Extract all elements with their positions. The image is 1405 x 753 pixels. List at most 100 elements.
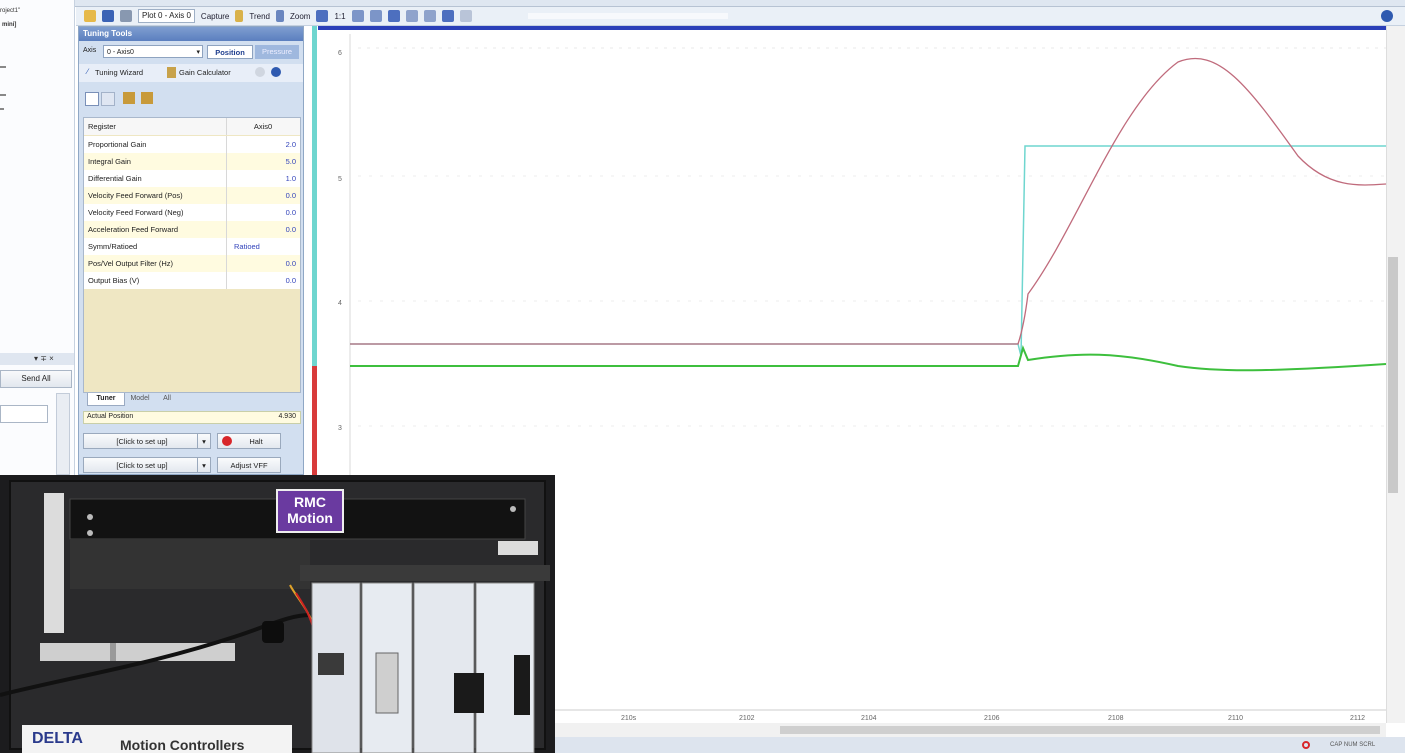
table-row[interactable]: Acceleration Feed Forward 0.0 — [84, 221, 300, 238]
trend-button[interactable]: Trend — [249, 12, 270, 21]
table-row[interactable]: Output Bias (V) 0.0 — [84, 272, 300, 289]
register-value[interactable]: 1.0 — [230, 170, 296, 187]
horizontal-scroll-thumb[interactable] — [780, 726, 1380, 734]
tab-pressure[interactable]: Pressure — [255, 45, 299, 59]
register-value[interactable]: 0.0 — [230, 221, 296, 238]
register-name: Output Bias (V) — [88, 276, 140, 285]
document-tab-strip — [0, 0, 1405, 7]
explorer-line-1[interactable]: roject1" — [0, 8, 20, 14]
actual-position-label: Actual Position — [87, 413, 134, 420]
register-value[interactable]: 0.0 — [230, 187, 296, 204]
record-icon[interactable] — [1302, 741, 1310, 749]
zoom-in-icon[interactable] — [351, 10, 364, 22]
tab-model[interactable]: Model — [125, 393, 155, 405]
zoom-box-icon[interactable] — [387, 10, 400, 22]
table-row[interactable]: Pos/Vel Output Filter (Hz) 0.0 — [84, 255, 300, 272]
trend-icon[interactable] — [276, 10, 284, 22]
delta-brand: DELTA — [32, 730, 83, 747]
zoom-button[interactable]: Zoom — [290, 12, 310, 21]
register-value[interactable]: 0.0 — [230, 272, 296, 289]
zoom-out-icon[interactable] — [369, 10, 382, 22]
folder-down-icon[interactable] — [141, 92, 153, 104]
command-button-2[interactable]: [Click to set up] — [83, 457, 201, 473]
table-row[interactable]: Symm/Ratioed Ratioed — [84, 238, 300, 255]
explorer-line-2[interactable]: mini] — [2, 22, 16, 28]
header-axis: Axis0 — [253, 122, 273, 131]
options-icon[interactable] — [459, 10, 472, 22]
register-grid: Register Axis0 Proportional Gain 2.0 Int… — [83, 117, 301, 393]
save-icon[interactable] — [102, 10, 114, 22]
command-dropdown-1[interactable]: ▾ — [197, 433, 211, 449]
control-output-trace — [350, 344, 1387, 372]
halt-button[interactable]: Halt — [217, 433, 281, 449]
tab-all[interactable]: All — [157, 393, 177, 405]
table-row[interactable]: Proportional Gain 2.0 — [84, 136, 300, 153]
command-dropdown-2[interactable]: ▾ — [197, 457, 211, 473]
open-icon[interactable] — [84, 10, 96, 22]
zoom-ratio-button[interactable]: 1:1 — [334, 12, 345, 21]
tree-node[interactable] — [0, 66, 6, 68]
column-divider — [226, 170, 227, 187]
rmc-motion-badge: RMC Motion — [276, 489, 344, 533]
tuning-actions-bar: ∕ Tuning Wizard Gain Calculator — [79, 64, 303, 82]
view-list-icon[interactable] — [101, 92, 115, 106]
stop-icon — [222, 436, 232, 446]
explorer-scrollbar[interactable] — [56, 393, 70, 475]
column-divider — [226, 272, 227, 289]
export-icon[interactable] — [441, 10, 454, 22]
view-grid-icon[interactable] — [85, 92, 99, 106]
table-row[interactable]: Velocity Feed Forward (Neg) 0.0 — [84, 204, 300, 221]
header-register: Register — [88, 122, 116, 131]
chevron-down-icon: ▾ — [202, 461, 206, 470]
halt-label: Halt — [249, 437, 263, 446]
help-icon[interactable] — [1381, 10, 1393, 22]
register-value[interactable]: 0.0 — [230, 204, 296, 221]
plot-select[interactable]: Plot 0 - Axis 0 — [138, 9, 195, 23]
tuning-wizard-button[interactable]: Tuning Wizard — [95, 68, 143, 77]
cursor-icon[interactable] — [405, 10, 418, 22]
tuning-tools-panel: Tuning Tools Axis 0 - Axis0 ▾ Position P… — [78, 26, 304, 475]
register-value[interactable]: Ratioed — [230, 238, 300, 255]
column-divider — [226, 153, 227, 170]
axis-select-value: 0 - Axis0 — [107, 49, 134, 56]
x-tick-label: 2110 — [1228, 715, 1243, 722]
column-divider — [226, 204, 227, 221]
axis-select[interactable]: 0 - Axis0 ▾ — [103, 45, 203, 58]
register-name: Differential Gain — [88, 174, 142, 183]
adjust-vff-button[interactable]: Adjust VFF — [217, 457, 281, 473]
measure-icon[interactable] — [423, 10, 436, 22]
tab-position[interactable]: Position — [207, 45, 253, 59]
table-row[interactable]: Velocity Feed Forward (Pos) 0.0 — [84, 187, 300, 204]
settings-icon[interactable] — [255, 67, 265, 77]
hardware-photo-inset: RMC Motion DELTA Motion Controllers — [0, 475, 555, 753]
table-row[interactable]: Integral Gain 5.0 — [84, 153, 300, 170]
badge-line-2: Motion — [287, 510, 333, 526]
capture-button[interactable]: Capture — [201, 12, 229, 21]
y-tick-label: 4 — [338, 300, 342, 307]
help-icon[interactable] — [271, 67, 281, 77]
register-value[interactable]: 2.0 — [230, 136, 296, 153]
chevron-down-icon: ▾ — [202, 437, 206, 446]
tree-node[interactable] — [0, 108, 4, 110]
command-button-1[interactable]: [Click to set up] — [83, 433, 201, 449]
pin-icon[interactable]: ▾ ∓ × — [34, 354, 54, 363]
column-divider — [226, 221, 227, 238]
tree-node[interactable] — [0, 94, 6, 96]
vertical-scroll-thumb[interactable] — [1388, 257, 1398, 493]
register-value[interactable]: 0.0 — [230, 255, 296, 272]
gain-calculator-button[interactable]: Gain Calculator — [179, 68, 231, 77]
send-all-button[interactable]: Send All — [0, 370, 72, 388]
tab-tuner[interactable]: Tuner — [87, 393, 125, 406]
y-tick-label: 6 — [338, 50, 342, 57]
plot-strip-target — [312, 26, 317, 366]
zoom-fit-icon[interactable] — [316, 10, 329, 22]
capture-options-icon[interactable] — [235, 10, 244, 22]
table-row[interactable]: Differential Gain 1.0 — [84, 170, 300, 187]
register-value[interactable]: 5.0 — [230, 153, 296, 170]
plot-header-bar — [318, 26, 1386, 30]
folder-up-icon[interactable] — [123, 92, 135, 104]
explorer-input[interactable] — [0, 405, 48, 423]
target-position-trace — [350, 145, 1386, 357]
x-tick-label: 2112 — [1350, 715, 1365, 722]
print-icon[interactable] — [120, 10, 132, 22]
